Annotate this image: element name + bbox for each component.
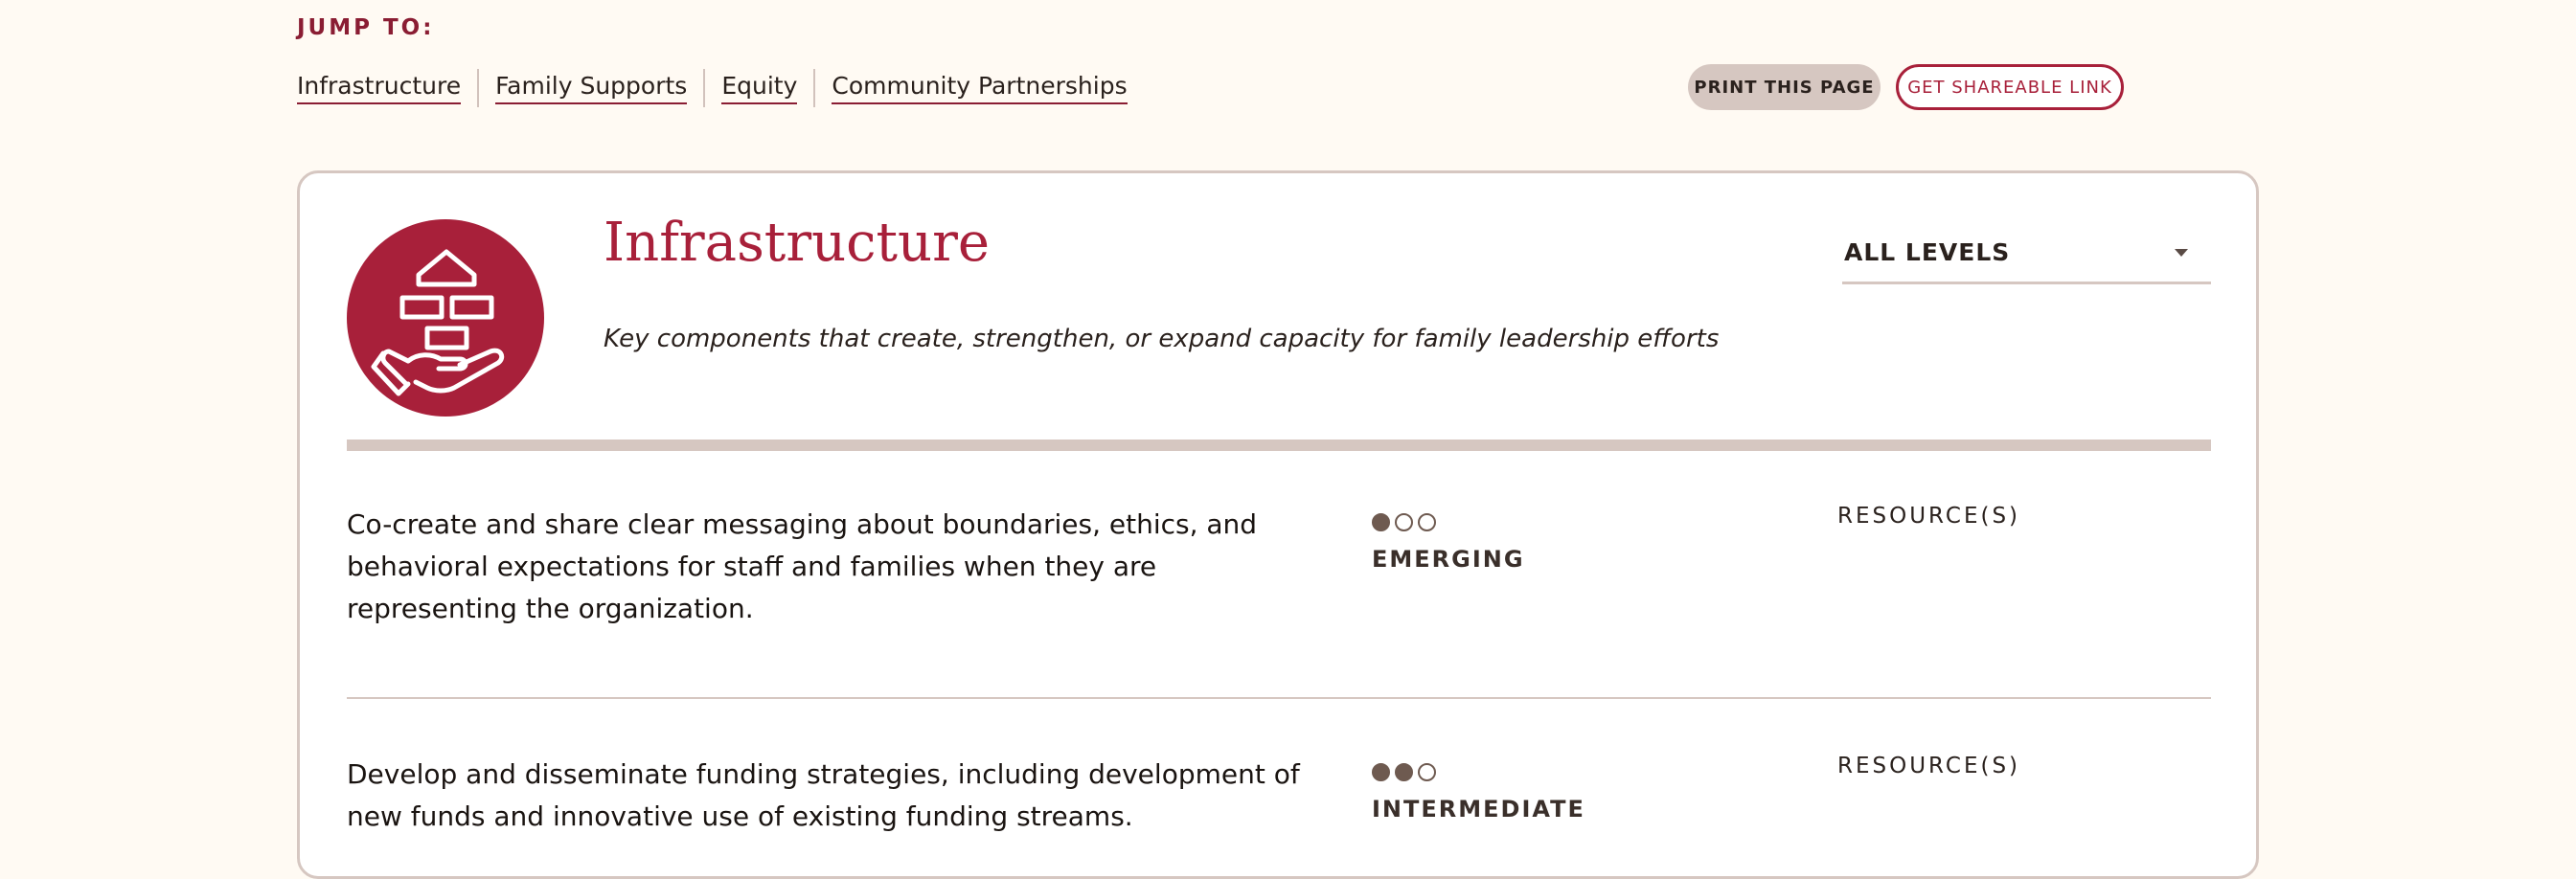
item-text: Co-create and share clear messaging abou… [347, 508, 1258, 624]
jump-link-infrastructure[interactable]: Infrastructure [297, 72, 462, 104]
jump-separator [813, 69, 816, 107]
jump-to-nav: Infrastructure Family Supports Equity Co… [297, 69, 1128, 107]
hand-holding-building-icon [371, 249, 505, 396]
level-dot-icon [1372, 763, 1390, 781]
item-divider [347, 697, 2211, 699]
level-dot-icon [1395, 513, 1413, 531]
level-dot-icon [1395, 763, 1413, 781]
level-dot-icon [1372, 513, 1390, 531]
get-shareable-link-button[interactable]: GET SHAREABLE LINK [1896, 64, 2124, 110]
level-name: EMERGING [1372, 546, 1525, 573]
infrastructure-card: Infrastructure Key components that creat… [297, 170, 2259, 879]
level-indicator [1372, 513, 1436, 531]
chevron-down-icon [2175, 248, 2188, 257]
section-title: Infrastructure [604, 212, 990, 274]
jump-link-family-supports[interactable]: Family Supports [495, 72, 688, 104]
section-description: Key components that create, strengthen, … [604, 325, 1720, 353]
resources-label: RESOURCE(S) [1837, 754, 2021, 778]
section-icon-badge [347, 219, 544, 417]
jump-to-label: JUMP TO: [297, 15, 435, 40]
section-divider [347, 440, 2211, 451]
level-indicator [1372, 763, 1436, 781]
level-filter-dropdown[interactable]: ALL LEVELS [1842, 223, 2211, 284]
level-filter-value: ALL LEVELS [1844, 238, 2011, 266]
print-page-button[interactable]: PRINT THIS PAGE [1688, 64, 1881, 110]
jump-link-community-partnerships[interactable]: Community Partnerships [832, 72, 1128, 104]
jump-link-equity[interactable]: Equity [721, 72, 798, 104]
level-name: INTERMEDIATE [1372, 796, 1585, 823]
level-dot-icon [1418, 763, 1436, 781]
level-dot-icon [1418, 513, 1436, 531]
resources-label: RESOURCE(S) [1837, 504, 2021, 529]
jump-separator [703, 69, 706, 107]
jump-separator [477, 69, 480, 107]
